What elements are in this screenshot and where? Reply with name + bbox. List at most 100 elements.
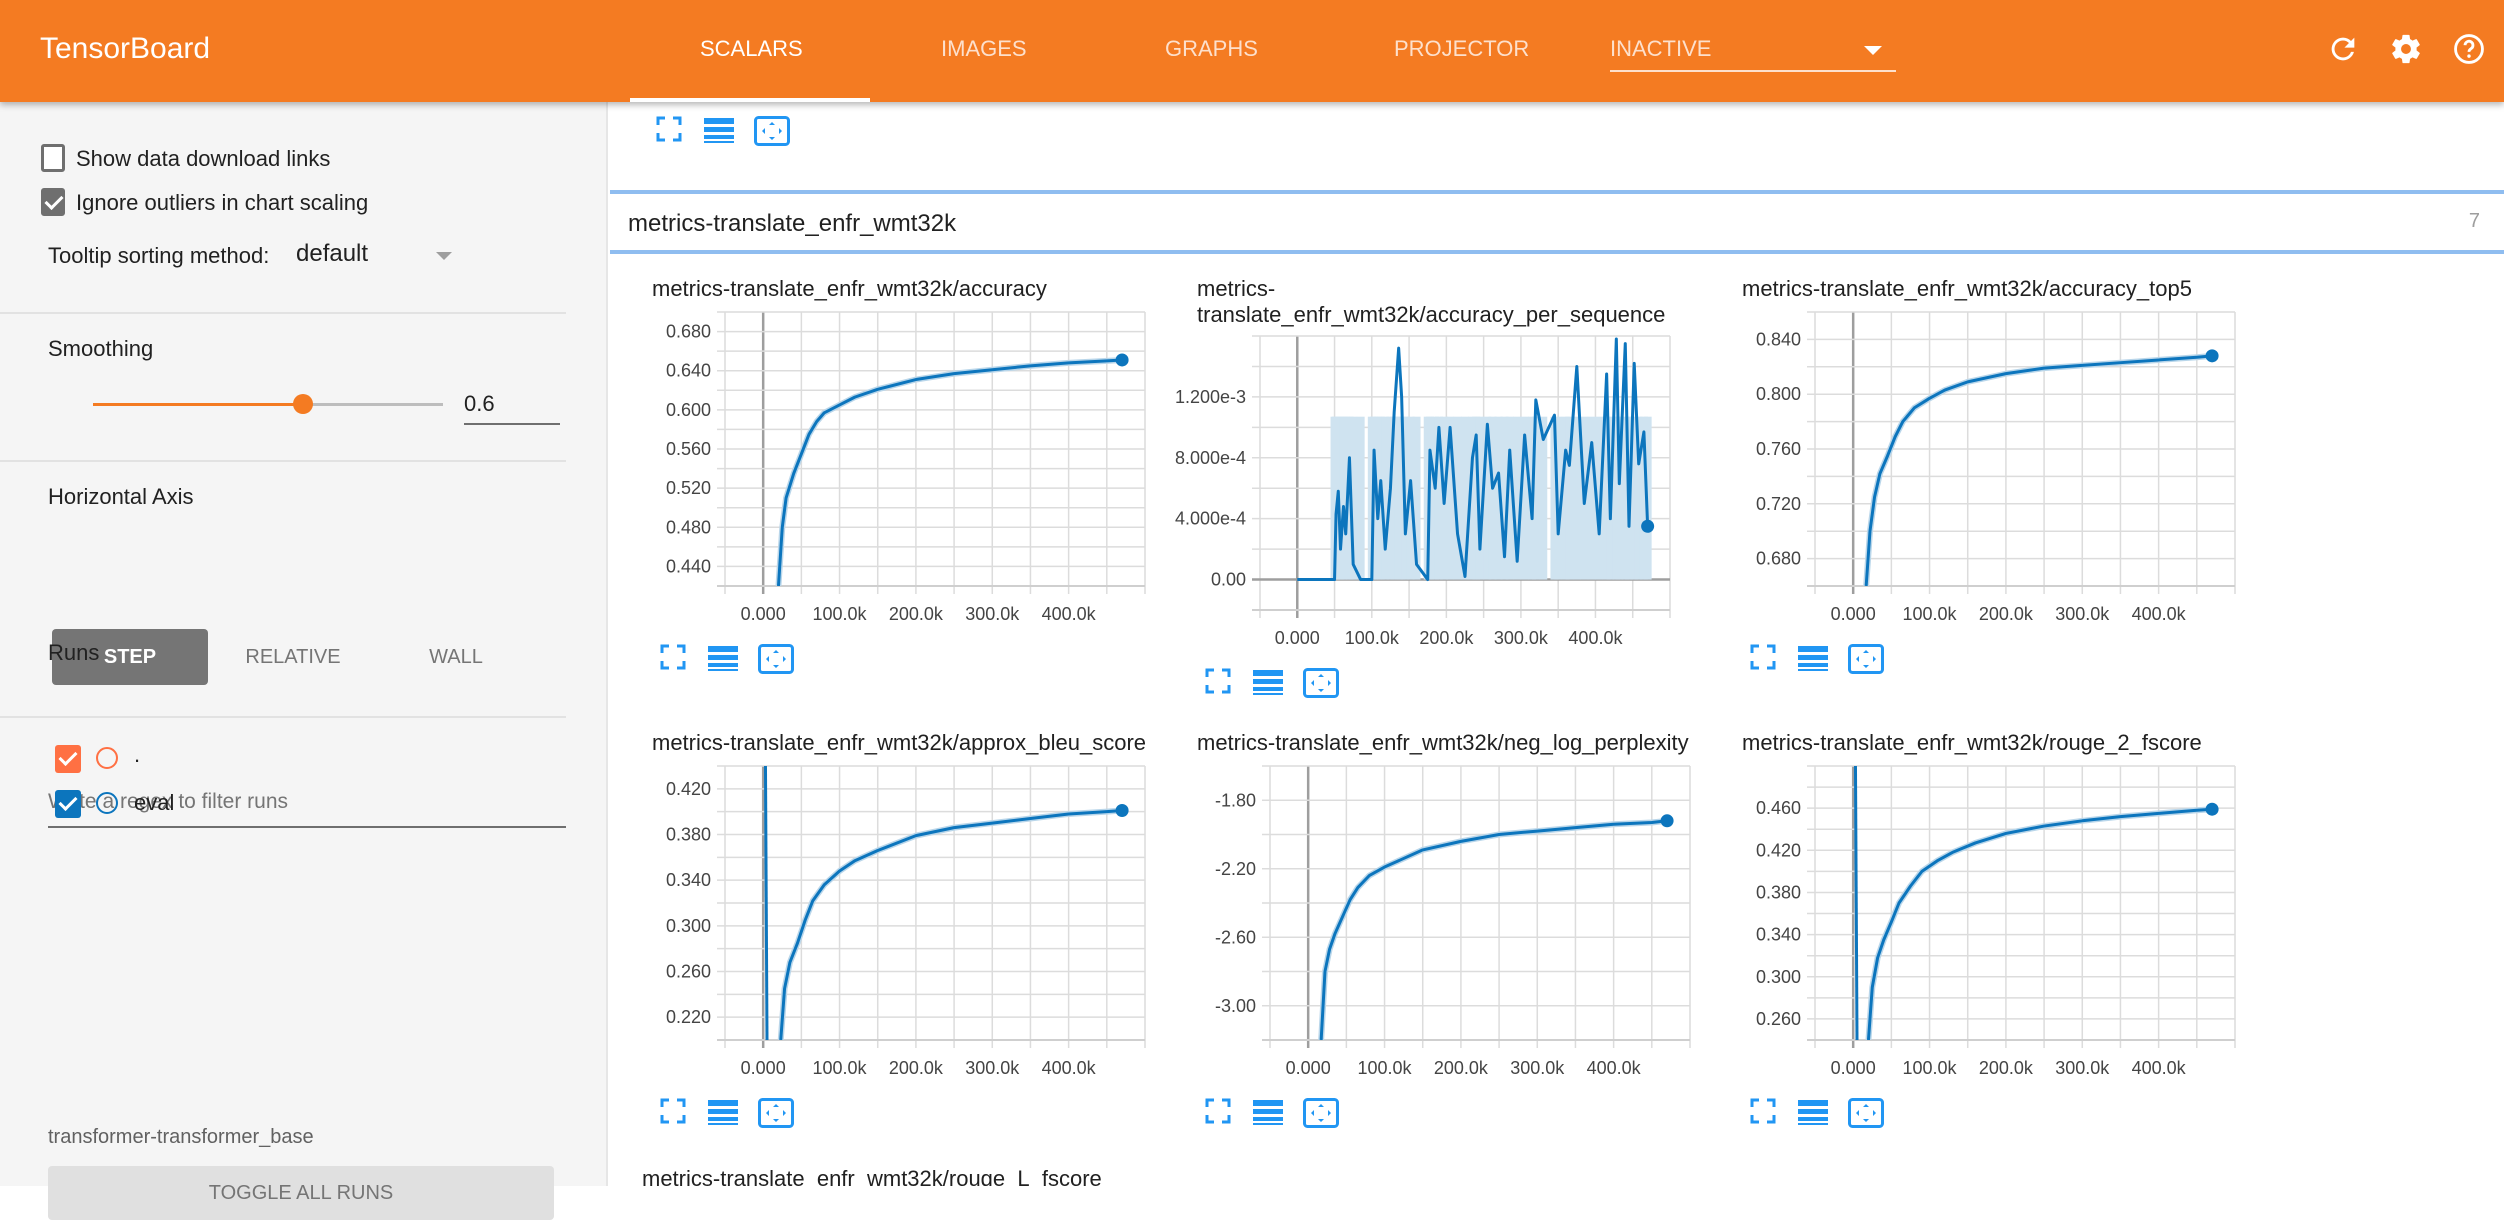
fit-domain-icon[interactable]: [1303, 1098, 1339, 1128]
fullscreen-icon[interactable]: [660, 1098, 686, 1124]
y-tick-label: -1.80: [1215, 790, 1256, 810]
chart-plot[interactable]: -1.80 -2.20 -2.60 -3.00 0.000 100.0k 200.0k 300…: [1165, 756, 1710, 1096]
fit-domain-icon[interactable]: [1848, 1098, 1884, 1128]
y-tick-label: 0.440: [666, 556, 711, 576]
fullscreen-icon[interactable]: [1750, 1098, 1776, 1124]
raw-data-bar: [1539, 416, 1548, 580]
last-point-marker[interactable]: [2205, 802, 2219, 816]
y-tick-label: 0.420: [1756, 840, 1801, 860]
raw-series-line: [1863, 352, 2213, 586]
runs-filter-input[interactable]: Write a regex to filter runs: [48, 790, 566, 828]
tab-projector[interactable]: PROJECTOR: [1394, 36, 1529, 62]
last-point-marker[interactable]: [1660, 814, 1674, 828]
chart-plot[interactable]: 0.420 0.380 0.340 0.300 0.260 0.220 0.000 100.0…: [620, 756, 1165, 1096]
fullscreen-icon[interactable]: [656, 116, 682, 142]
x-tick-label: 200.0k: [1419, 628, 1474, 648]
chart-plot[interactable]: 0.460 0.420 0.380 0.340 0.300 0.260 0.000 100.0…: [1710, 756, 2255, 1096]
x-tick-label: 0.000: [1275, 628, 1320, 648]
run-checkbox-dot[interactable]: [55, 745, 81, 773]
smoothing-slider[interactable]: [93, 394, 443, 414]
data-table-icon[interactable]: [708, 644, 738, 672]
y-tick-label: 0.260: [1756, 1009, 1801, 1029]
fit-domain-icon[interactable]: [1848, 644, 1884, 674]
app-title: TensorBoard: [40, 32, 211, 65]
x-tick-label: 400.0k: [1568, 628, 1623, 648]
y-tick-label: 0.560: [666, 439, 711, 459]
chart-plot[interactable]: 1.200e-3 8.000e-4 4.000e-4 0.00 0.000 100.0k 2…: [1165, 326, 1710, 666]
x-tick-label: 300.0k: [965, 1058, 1020, 1078]
settings-icon[interactable]: [2389, 32, 2423, 66]
chart-plot[interactable]: 0.840 0.800 0.760 0.720 0.680 0.000 100.0k 200.…: [1710, 302, 2255, 642]
fit-domain-icon[interactable]: [758, 644, 794, 674]
last-point-marker[interactable]: [2205, 349, 2219, 363]
smoothing-slider-fill: [93, 403, 303, 406]
ignore-outliers-checkbox[interactable]: [41, 188, 65, 216]
last-point-marker[interactable]: [1641, 519, 1655, 533]
run-checkbox-eval[interactable]: [55, 790, 81, 818]
x-tick-label: 100.0k: [1903, 604, 1958, 624]
y-tick-label: 0.760: [1756, 439, 1801, 459]
horizontal-axis-label: Horizontal Axis: [48, 484, 194, 509]
x-tick-label: 200.0k: [1434, 1058, 1489, 1078]
chart-plot[interactable]: 0.680 0.640 0.600 0.560 0.520 0.480 0.440 0.000…: [620, 302, 1165, 642]
y-tick-label: 1.200e-3: [1175, 387, 1246, 407]
show-download-links-checkbox[interactable]: [41, 144, 65, 172]
axis-relative-button[interactable]: RELATIVE: [215, 629, 371, 685]
y-tick-label: 0.520: [666, 478, 711, 498]
fit-domain-icon[interactable]: [1303, 668, 1339, 698]
toggle-all-runs-button[interactable]: TOGGLE ALL RUNS: [48, 1166, 554, 1220]
series-line-eval[interactable]: [1866, 807, 2213, 1040]
fit-domain-icon[interactable]: [754, 116, 790, 146]
y-tick-label: 0.300: [1756, 967, 1801, 987]
tab-scalars[interactable]: SCALARS: [700, 36, 803, 62]
tab-graphs[interactable]: GRAPHS: [1165, 36, 1258, 62]
tooltip-sorting-label: Tooltip sorting method:: [48, 243, 270, 268]
y-tick-label: 0.300: [666, 916, 711, 936]
chevron-down-icon: [1864, 46, 1882, 55]
y-tick-label: 0.220: [666, 1007, 711, 1027]
y-tick-label: 0.680: [1756, 549, 1801, 569]
last-point-marker[interactable]: [1115, 353, 1129, 367]
inactive-dropdown-label: INACTIVE: [1610, 36, 1712, 61]
x-tick-label: 0.000: [1831, 1058, 1876, 1078]
series-line-eval[interactable]: [1319, 819, 1668, 1040]
x-tick-label: 400.0k: [2132, 1058, 2187, 1078]
smoothing-slider-thumb[interactable]: [293, 394, 313, 414]
chart-title: metrics-translate_enfr_wmt32k/accuracy: [652, 276, 1047, 301]
fullscreen-icon[interactable]: [660, 644, 686, 670]
smoothing-value-input[interactable]: 0.6: [464, 387, 560, 425]
y-tick-label: 0.260: [666, 962, 711, 982]
y-tick-label: 0.480: [666, 517, 711, 537]
chart-title: metrics-translate_enfr_wmt32k/approx_ble…: [652, 730, 1147, 755]
y-tick-label: 0.840: [1756, 329, 1801, 349]
data-table-icon[interactable]: [1253, 668, 1283, 696]
tab-images[interactable]: IMAGES: [941, 36, 1027, 62]
help-icon[interactable]: [2452, 32, 2486, 66]
series-line-eval[interactable]: [776, 358, 1123, 586]
axis-wall-button[interactable]: WALL: [378, 629, 534, 685]
y-tick-label: 8.000e-4: [1175, 448, 1246, 468]
refresh-icon[interactable]: [2326, 32, 2360, 66]
data-table-icon[interactable]: [708, 1098, 738, 1126]
data-table-icon[interactable]: [1798, 1098, 1828, 1126]
tooltip-sorting-dropdown[interactable]: default: [296, 238, 456, 274]
fullscreen-icon[interactable]: [1750, 644, 1776, 670]
main-content: metrics-translate_enfr_wmt32k 7 metrics-…: [610, 102, 2504, 1186]
raw-series-line: [1318, 817, 1668, 1040]
fullscreen-icon[interactable]: [1205, 668, 1231, 694]
y-tick-label: 0.340: [1756, 925, 1801, 945]
x-tick-label: 300.0k: [2055, 1058, 2110, 1078]
x-tick-label: 200.0k: [1979, 604, 2034, 624]
data-table-icon[interactable]: [1253, 1098, 1283, 1126]
inactive-plugins-dropdown[interactable]: INACTIVE: [1610, 36, 1896, 72]
data-table-icon[interactable]: [704, 116, 734, 144]
y-tick-label: 0.680: [666, 322, 711, 342]
data-table-icon[interactable]: [1798, 644, 1828, 672]
fit-domain-icon[interactable]: [758, 1098, 794, 1128]
fullscreen-icon[interactable]: [1205, 1098, 1231, 1124]
series-line-eval[interactable]: [1864, 354, 2213, 586]
last-point-marker[interactable]: [1115, 804, 1129, 818]
top-app-bar: TensorBoard SCALARS IMAGES GRAPHS PROJEC…: [0, 0, 2504, 102]
run-color-circle-icon: [96, 747, 118, 769]
tag-group-header[interactable]: metrics-translate_enfr_wmt32k 7: [610, 190, 2504, 254]
